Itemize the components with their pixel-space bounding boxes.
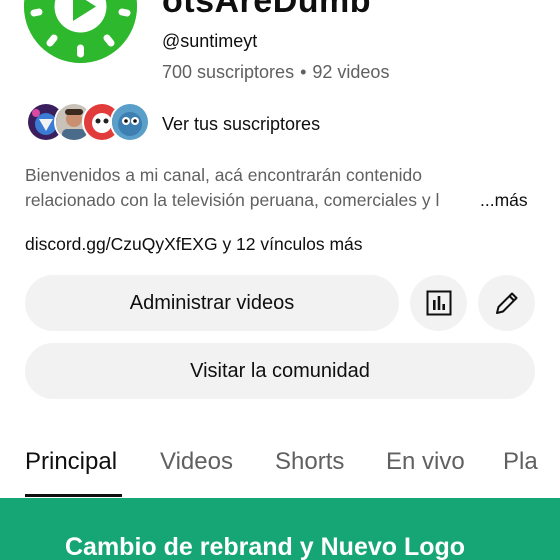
tab-playlists[interactable]: Pla [503, 448, 538, 476]
sun-play-logo-icon [24, 0, 137, 63]
tab-shorts[interactable]: Shorts [275, 448, 344, 476]
channel-stats: 700 suscriptores • 92 videos [162, 62, 389, 83]
tab-en-vivo[interactable]: En vivo [386, 448, 465, 476]
visit-community-button[interactable]: Visitar la comunidad [25, 343, 535, 399]
more-links-label: y 12 vínculos más [217, 234, 363, 254]
tab-principal[interactable]: Principal [25, 448, 117, 476]
edit-channel-button[interactable] [478, 275, 535, 331]
discord-link[interactable]: discord.gg/CzuQyXfEXG [25, 234, 218, 254]
stats-separator: • [300, 62, 307, 82]
pencil-icon [495, 292, 517, 314]
active-tab-indicator [25, 494, 122, 497]
description-more-button[interactable]: ...más [480, 190, 528, 211]
description-fade [440, 186, 480, 214]
channel-handle: @suntimeyt [162, 31, 258, 51]
video-count: 92 videos [312, 62, 390, 82]
analytics-icon [426, 290, 451, 316]
channel-links[interactable]: discord.gg/CzuQyXfEXG y 12 vínculos más [25, 234, 363, 255]
tab-videos[interactable]: Videos [160, 448, 233, 476]
featured-video-banner[interactable]: Cambio de rebrand y Nuevo Logo [0, 498, 560, 560]
description-line-2: relacionado con la televisión peruana, c… [25, 190, 440, 210]
see-subscribers-link[interactable]: Ver tus suscriptores [162, 114, 320, 135]
manage-videos-label: Administrar videos [129, 291, 295, 314]
description-line-1: Bienvenidos a mi canal, acá encontrarán … [25, 165, 422, 185]
subscriber-avatars[interactable] [26, 102, 151, 142]
subscriber-count: 700 suscriptores [162, 62, 295, 82]
channel-tabs: Principal Videos Shorts En vivo Pla [0, 440, 560, 498]
analytics-button[interactable] [410, 275, 467, 331]
visit-community-label: Visitar la comunidad [190, 359, 370, 382]
subscriber-avatar [110, 102, 150, 142]
manage-videos-button[interactable]: Administrar videos [25, 275, 399, 331]
channel-title: otsAreDumb [162, 0, 372, 20]
featured-video-title: Cambio de rebrand y Nuevo Logo [65, 533, 466, 560]
channel-description[interactable]: Bienvenidos a mi canal, acá encontrarán … [25, 163, 475, 215]
channel-avatar[interactable] [24, 0, 137, 63]
